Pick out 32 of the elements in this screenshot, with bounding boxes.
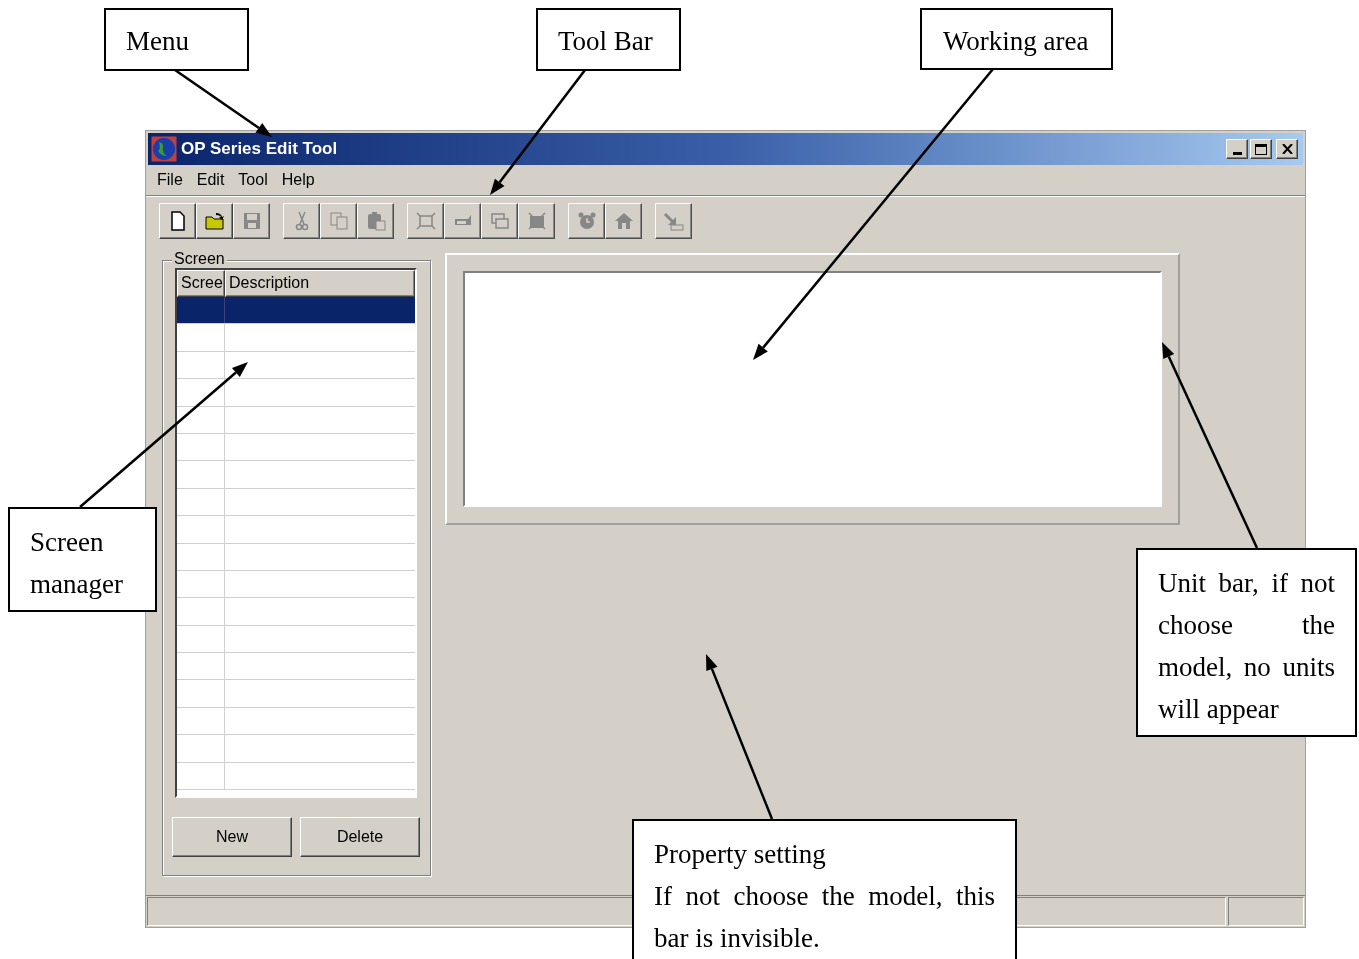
menu-item[interactable]: Help	[276, 168, 320, 192]
menu-item[interactable]: File	[152, 168, 188, 192]
maximize-icon	[1255, 143, 1267, 155]
callout-text: Screen manager	[30, 526, 124, 601]
minimize-icon	[1232, 152, 1242, 155]
minimize-button[interactable]	[1226, 139, 1248, 159]
copy-icon	[327, 210, 350, 232]
frame-icon	[414, 210, 437, 232]
callout-text: If not choose the model, this bar is invisible.	[654, 880, 995, 955]
crossed-screen-icon	[525, 210, 548, 232]
action-button[interactable]: Delete	[300, 817, 420, 857]
list-row[interactable]	[177, 297, 415, 325]
maximize-button[interactable]	[1250, 139, 1272, 159]
close-button[interactable]	[1276, 139, 1298, 159]
callout-text: Working area	[943, 25, 1090, 58]
toolbar-button[interactable]	[159, 203, 196, 239]
globe-icon	[151, 136, 177, 162]
column-header[interactable]: Description	[225, 270, 415, 297]
callout-text: Menu	[126, 25, 190, 58]
menu-item[interactable]: Edit	[191, 168, 230, 192]
callout-text: Unit bar, if not choose the model, no units will appear	[1158, 567, 1335, 726]
folder-icon	[203, 210, 226, 232]
action-button[interactable]: New	[172, 817, 292, 857]
windows-icon	[488, 210, 511, 232]
close-icon	[1281, 144, 1293, 154]
column-header[interactable]: Scree	[177, 270, 225, 297]
download-icon	[662, 210, 685, 232]
callout-text: Property setting	[654, 838, 827, 871]
window-title: OP Series Edit Tool	[181, 138, 338, 161]
menu-item[interactable]: Tool	[233, 168, 273, 192]
toolbar-button[interactable]	[196, 203, 233, 239]
callout-text: Tool Bar	[558, 25, 654, 58]
